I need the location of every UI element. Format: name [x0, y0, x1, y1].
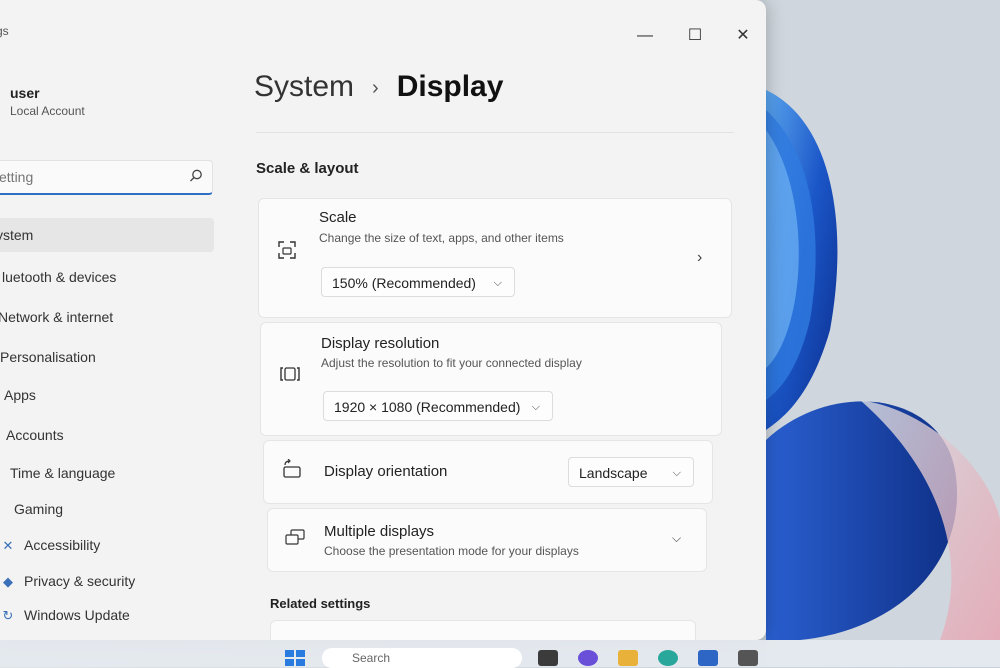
browser-icon[interactable]	[658, 650, 678, 666]
chevron-down-icon: ⌵	[493, 277, 502, 289]
sidebar-item-label: ystem	[0, 227, 34, 243]
multiple-displays-subtitle: Choose the presentation mode for your di…	[324, 544, 579, 558]
sidebar-item-accounts[interactable]: Accounts	[6, 418, 64, 452]
shield-icon: ◆	[3, 574, 13, 589]
accessibility-icon: ✕	[2, 538, 14, 553]
scale-dropdown[interactable]: 150% (Recommended) ⌵	[321, 267, 515, 297]
folder-icon[interactable]	[618, 650, 638, 666]
settings-window: gs — ☐ ✕ user Local Account ystem luetoo…	[0, 0, 766, 640]
multiple-displays-card[interactable]: Multiple displays Choose the presentatio…	[267, 508, 707, 572]
chevron-right-icon[interactable]: ›	[697, 249, 702, 267]
maximize-button[interactable]: ☐	[680, 26, 710, 46]
multiple-displays-icon	[285, 529, 305, 545]
sidebar: user Local Account ystem luetooth & devi…	[0, 60, 220, 640]
sidebar-item-label: Windows Update	[24, 607, 130, 623]
scale-icon	[278, 241, 296, 259]
sidebar-item-windows-update[interactable]: ↻ Windows Update	[0, 598, 130, 632]
sidebar-item-system[interactable]: ystem	[0, 218, 214, 252]
sidebar-item-label: Privacy & security	[24, 573, 136, 589]
display-resolution-card: Display resolution Adjust the resolution…	[260, 322, 722, 436]
chevron-down-icon[interactable]: ⌵	[672, 531, 681, 546]
sidebar-item-label: Accounts	[6, 427, 64, 443]
sidebar-item-apps[interactable]: Apps	[4, 378, 36, 412]
search-icon[interactable]	[188, 168, 204, 184]
sidebar-item-bluetooth[interactable]: luetooth & devices	[2, 260, 116, 294]
sidebar-item-time-language[interactable]: Time & language	[10, 456, 115, 490]
sidebar-item-personalisation[interactable]: Personalisation	[0, 340, 96, 374]
breadcrumb: System › Display	[254, 70, 503, 104]
breadcrumb-separator: ›	[372, 76, 379, 99]
scale-subtitle: Change the size of text, apps, and other…	[319, 231, 564, 245]
title-bar: gs — ☐ ✕	[0, 0, 766, 60]
app-title: gs	[0, 24, 9, 38]
related-settings-card[interactable]	[270, 620, 696, 640]
sidebar-item-label: Personalisation	[0, 349, 96, 365]
account-name: user	[10, 85, 40, 101]
resolution-title: Display resolution	[321, 335, 440, 352]
breadcrumb-root[interactable]: System	[254, 70, 354, 103]
scale-card[interactable]: Scale Change the size of text, apps, and…	[258, 198, 732, 318]
resolution-icon	[280, 367, 300, 381]
store-icon[interactable]	[698, 650, 718, 666]
taskbar-app-icon[interactable]	[538, 650, 558, 666]
update-icon: ↻	[2, 608, 14, 623]
orientation-icon	[283, 459, 301, 478]
minimize-button[interactable]: —	[630, 26, 660, 46]
chevron-down-icon: ⌵	[672, 467, 681, 479]
resolution-dropdown[interactable]: 1920 × 1080 (Recommended) ⌵	[323, 391, 553, 421]
resolution-dropdown-value: 1920 × 1080 (Recommended)	[334, 399, 521, 415]
sidebar-item-label: Apps	[4, 387, 36, 403]
windows-start-icon[interactable]	[284, 650, 306, 666]
sidebar-item-network[interactable]: Network & internet	[0, 300, 113, 334]
scale-dropdown-value: 150% (Recommended)	[332, 275, 476, 291]
taskbar: Search	[0, 640, 1000, 668]
display-orientation-card: Display orientation Landscape ⌵	[263, 440, 713, 504]
section-heading-related-settings: Related settings	[270, 596, 371, 611]
sidebar-item-label: luetooth & devices	[2, 269, 117, 285]
search-input[interactable]	[0, 161, 181, 193]
divider	[256, 132, 734, 133]
sidebar-item-privacy[interactable]: ◆ Privacy & security	[0, 564, 135, 598]
sidebar-item-label: Network & internet	[0, 309, 114, 325]
sidebar-item-label: Gaming	[14, 501, 64, 517]
chevron-down-icon: ⌵	[531, 401, 540, 413]
page-title: Display	[396, 70, 504, 103]
multiple-displays-title: Multiple displays	[324, 523, 435, 540]
main-content: System › Display Scale & layout Scale Chan…	[230, 60, 750, 640]
orientation-dropdown-value: Landscape	[579, 465, 648, 481]
orientation-title: Display orientation	[324, 463, 448, 480]
close-button[interactable]: ✕	[728, 26, 758, 46]
search-box[interactable]	[0, 160, 213, 195]
sidebar-item-gaming[interactable]: Gaming	[14, 492, 63, 526]
orientation-dropdown[interactable]: Landscape ⌵	[568, 457, 694, 487]
account-type: Local Account	[10, 104, 85, 118]
taskbar-app-icon[interactable]	[578, 650, 598, 666]
sidebar-item-label: Time & language	[10, 465, 116, 481]
sidebar-item-label: Accessibility	[24, 537, 101, 553]
section-heading-scale-layout: Scale & layout	[256, 160, 359, 177]
scale-title: Scale	[319, 209, 357, 226]
gear-icon[interactable]	[738, 650, 758, 666]
sidebar-item-accessibility[interactable]: ✕ Accessibility	[0, 528, 101, 562]
taskbar-search[interactable]: Search	[322, 648, 522, 668]
resolution-subtitle: Adjust the resolution to fit your connec…	[321, 356, 582, 370]
